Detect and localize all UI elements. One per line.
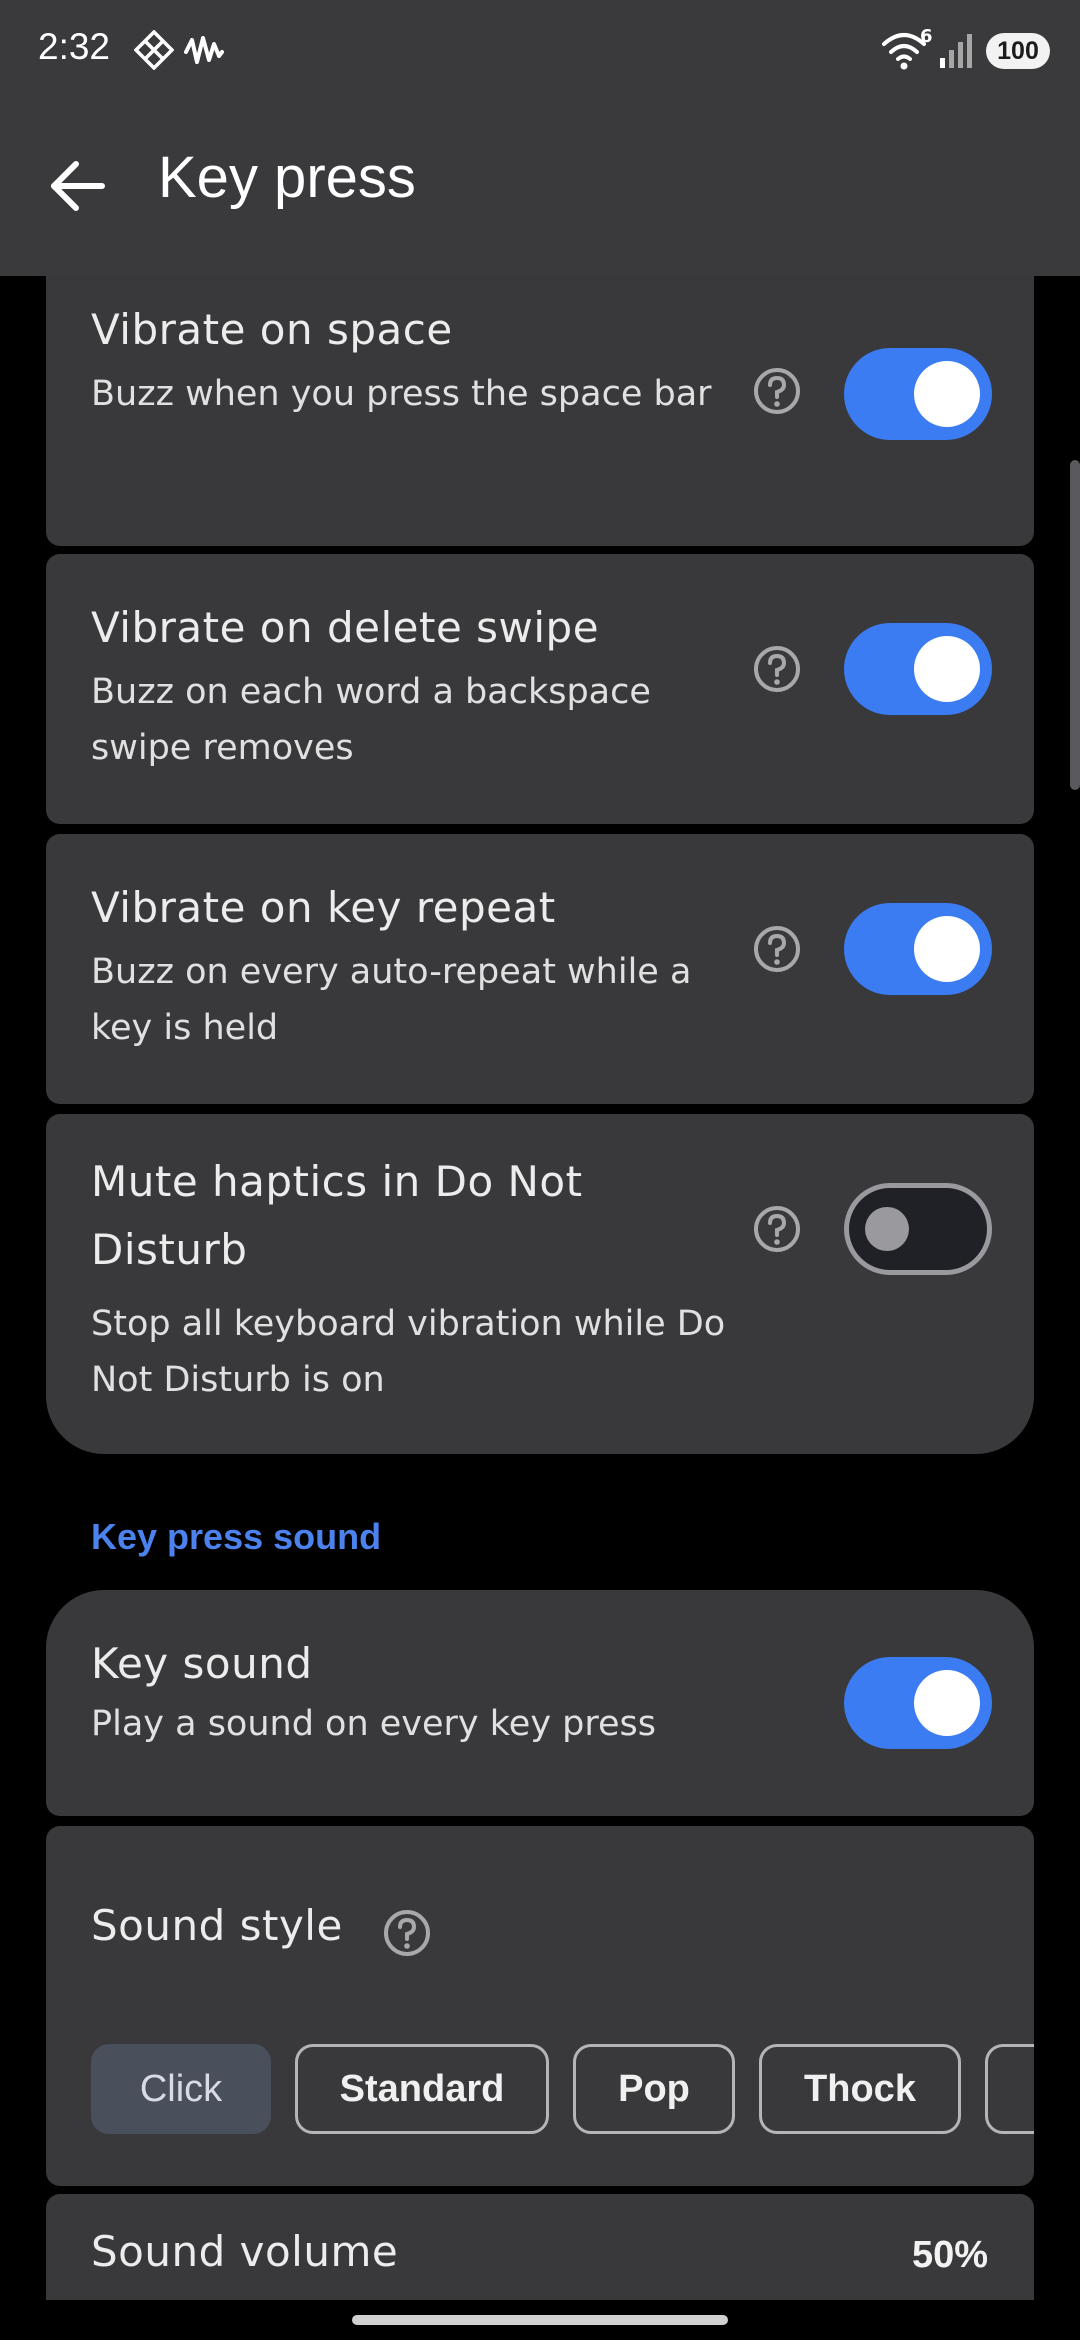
status-time: 2:32 <box>38 26 111 67</box>
setting-subtitle: Play a sound on every key press <box>91 1704 657 1744</box>
setting-title: Vibrate on delete swipe <box>91 603 600 652</box>
scrollbar[interactable] <box>1070 460 1080 790</box>
section-header-key-press-sound: Key press sound <box>91 1516 382 1557</box>
vibrate-on-delete-swipe-toggle[interactable] <box>844 623 992 715</box>
help-icon[interactable] <box>752 644 802 694</box>
key-sound-toggle[interactable] <box>844 1657 992 1749</box>
toggle-knob <box>914 916 980 982</box>
chip-pop[interactable]: Pop <box>573 2044 735 2134</box>
chip-more[interactable]: C <box>985 2044 1034 2134</box>
setting-subtitle: Buzz on every auto-repeat while a key is… <box>91 952 692 1048</box>
sound-style-chips[interactable]: Click Standard Pop Thock C <box>91 2044 1034 2136</box>
mute-haptics-dnd-toggle[interactable] <box>844 1183 992 1275</box>
toggle-knob <box>914 361 980 427</box>
battery-icon: 100 <box>986 33 1050 69</box>
setting-title: Vibrate on key repeat <box>91 883 556 932</box>
chip-standard[interactable]: Standard <box>295 2044 549 2134</box>
setting-title: Sound volume <box>91 2227 399 2276</box>
vibrate-on-key-repeat-toggle[interactable] <box>844 903 992 995</box>
home-handle[interactable] <box>352 2315 728 2325</box>
help-icon[interactable] <box>382 1908 432 1958</box>
setting-sound-style: Sound style Click Standard Pop Thock C <box>46 1826 1034 2186</box>
help-icon[interactable] <box>752 366 802 416</box>
volume-value: 50% <box>911 2234 988 2276</box>
setting-title: Key sound <box>91 1639 313 1688</box>
settings-list[interactable]: Vibrate on space Buzz when you press the… <box>0 276 1080 2300</box>
diamond-grid-icon <box>134 30 174 70</box>
help-icon[interactable] <box>752 1204 802 1254</box>
setting-vibrate-on-space[interactable]: Vibrate on space Buzz when you press the… <box>46 276 1034 546</box>
setting-subtitle: Stop all keyboard vibration while Do Not… <box>91 1304 726 1400</box>
help-icon[interactable] <box>752 924 802 974</box>
signal-icon <box>940 34 972 68</box>
setting-mute-haptics-dnd[interactable]: Mute haptics in Do Not Disturb Stop all … <box>46 1114 1034 1454</box>
setting-subtitle: Buzz when you press the space bar <box>91 374 712 414</box>
chip-click[interactable]: Click <box>91 2044 271 2134</box>
toggle-knob <box>914 1670 980 1736</box>
setting-title: Mute haptics in Do Not Disturb <box>91 1157 583 1274</box>
status-bar: 2:32 6 100 <box>0 0 1080 100</box>
toggle-knob <box>914 636 980 702</box>
navigation-bar <box>0 2300 1080 2340</box>
toggle-knob <box>865 1207 909 1251</box>
setting-sound-volume[interactable]: Sound volume 50% <box>46 2194 1034 2300</box>
arrow-left-icon[interactable] <box>40 146 120 226</box>
setting-key-sound[interactable]: Key sound Play a sound on every key pres… <box>46 1590 1034 1816</box>
setting-title: Sound style <box>91 1901 343 1950</box>
setting-title: Vibrate on space <box>91 305 453 354</box>
page-title: Key press <box>158 145 416 210</box>
wifi-badge: 6 <box>920 26 933 47</box>
app-bar: Key press <box>0 100 1080 276</box>
waveform-icon <box>184 36 224 64</box>
chip-thock[interactable]: Thock <box>759 2044 961 2134</box>
setting-vibrate-on-key-repeat[interactable]: Vibrate on key repeat Buzz on every auto… <box>46 834 1034 1104</box>
setting-subtitle: Buzz on each word a backspace swipe remo… <box>91 672 651 768</box>
setting-vibrate-on-delete-swipe[interactable]: Vibrate on delete swipe Buzz on each wor… <box>46 554 1034 824</box>
vibrate-on-space-toggle[interactable] <box>844 348 992 440</box>
